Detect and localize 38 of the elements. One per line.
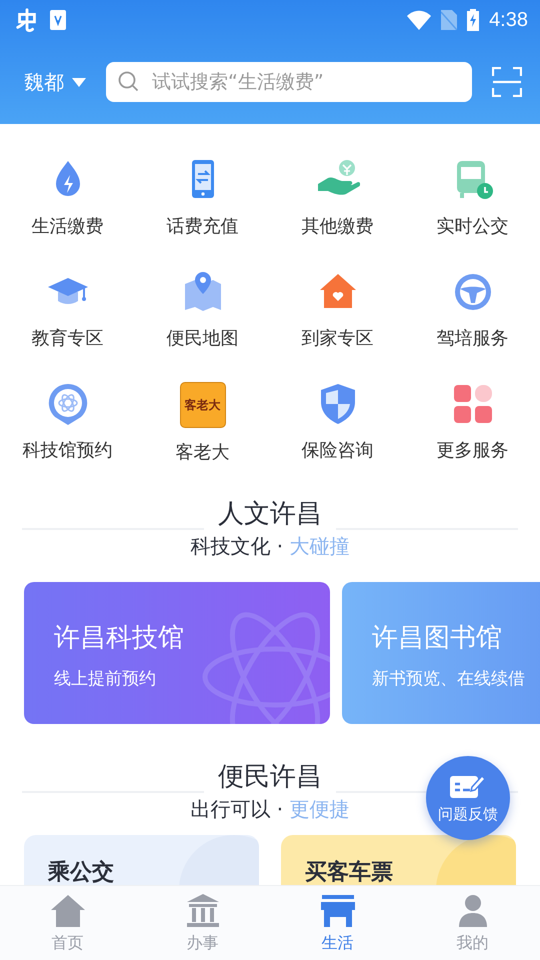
app-logo: 客老大 [180, 382, 226, 428]
search-field[interactable]: 试试搜索“生活缴费” [106, 62, 472, 102]
service-card[interactable]: 乘公交 [24, 835, 259, 885]
storefront-icon[interactable] [318, 892, 356, 928]
service-item[interactable]: 客老大 客老大 [135, 360, 270, 472]
service-item[interactable]: 驾培服务 [405, 248, 540, 360]
keyboard-notice-icon [50, 10, 66, 30]
feedback-button[interactable]: 问题反馈 [426, 756, 510, 840]
status-time: 4:38 [489, 8, 528, 32]
service-item[interactable]: 话费充值 [135, 136, 270, 248]
card-title: 买客车票 [305, 861, 394, 885]
service-item[interactable]: 科技馆预约 [0, 360, 135, 472]
section-title: 便民许昌 [218, 761, 322, 794]
card-title: 乘公交 [48, 861, 115, 885]
service-card[interactable]: 买客车票 [281, 835, 516, 885]
dropdown-caret-icon [72, 78, 86, 86]
section-subtitle: 科技文化 · 大碰撞 [190, 533, 350, 560]
wifi-icon [407, 10, 432, 30]
service-item[interactable]: 生活缴费 [0, 136, 135, 248]
banner-card[interactable]: 许昌科技馆 线上提前预约 [24, 582, 330, 724]
scan-icon[interactable] [492, 67, 522, 97]
nav-tab[interactable]: 生活 [270, 886, 405, 960]
no-sim-icon [441, 10, 458, 30]
service-item[interactable]: 教育专区 [0, 248, 135, 360]
home-icon[interactable] [48, 892, 86, 928]
section-title: 人文许昌 [218, 498, 322, 531]
service-item[interactable]: 其他缴费 [270, 136, 405, 248]
card-subtitle: 线上提前预约 [54, 668, 157, 690]
service-item[interactable]: 便民地图 [135, 248, 270, 360]
section-subtitle: 出行可以 · 更便捷 [190, 796, 350, 823]
service-item[interactable]: 保险咨询 [270, 360, 405, 472]
service-item[interactable]: 更多服务 [405, 360, 540, 472]
card-title: 许昌科技馆 [54, 622, 185, 655]
service-item[interactable]: 实时公交 [405, 136, 540, 248]
card-subtitle: 新书预览、在线续借 [372, 668, 526, 690]
card-title: 许昌图书馆 [372, 622, 503, 655]
service-item[interactable]: 到家专区 [270, 248, 405, 360]
battery-charging-icon [467, 9, 480, 31]
